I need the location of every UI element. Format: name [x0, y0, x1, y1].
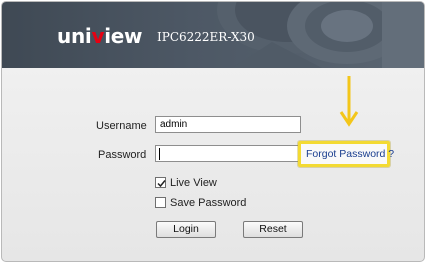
live-view-checkbox[interactable]	[155, 177, 166, 188]
arrow-down-icon	[339, 76, 359, 127]
header-banner: uniview IPC6222ER-X30	[2, 2, 424, 68]
username-label: Username	[96, 120, 147, 132]
save-password-checkbox[interactable]	[155, 197, 166, 208]
forgot-password-link[interactable]: Forgot Password ?	[306, 148, 394, 160]
uniview-logo: uniview	[57, 24, 143, 48]
text-cursor	[159, 148, 160, 160]
username-input[interactable]: admin	[155, 116, 301, 133]
live-view-label: Live View	[170, 177, 217, 189]
save-password-label: Save Password	[170, 197, 247, 209]
model-name: IPC6222ER-X30	[157, 30, 255, 44]
password-label: Password	[98, 149, 147, 161]
login-button[interactable]: Login	[156, 221, 216, 238]
login-window: uniview IPC6222ER-X30 Username admin Pas…	[1, 1, 425, 262]
password-input[interactable]	[155, 145, 301, 162]
checkmark-icon	[157, 180, 166, 188]
reset-button[interactable]: Reset	[243, 221, 303, 238]
